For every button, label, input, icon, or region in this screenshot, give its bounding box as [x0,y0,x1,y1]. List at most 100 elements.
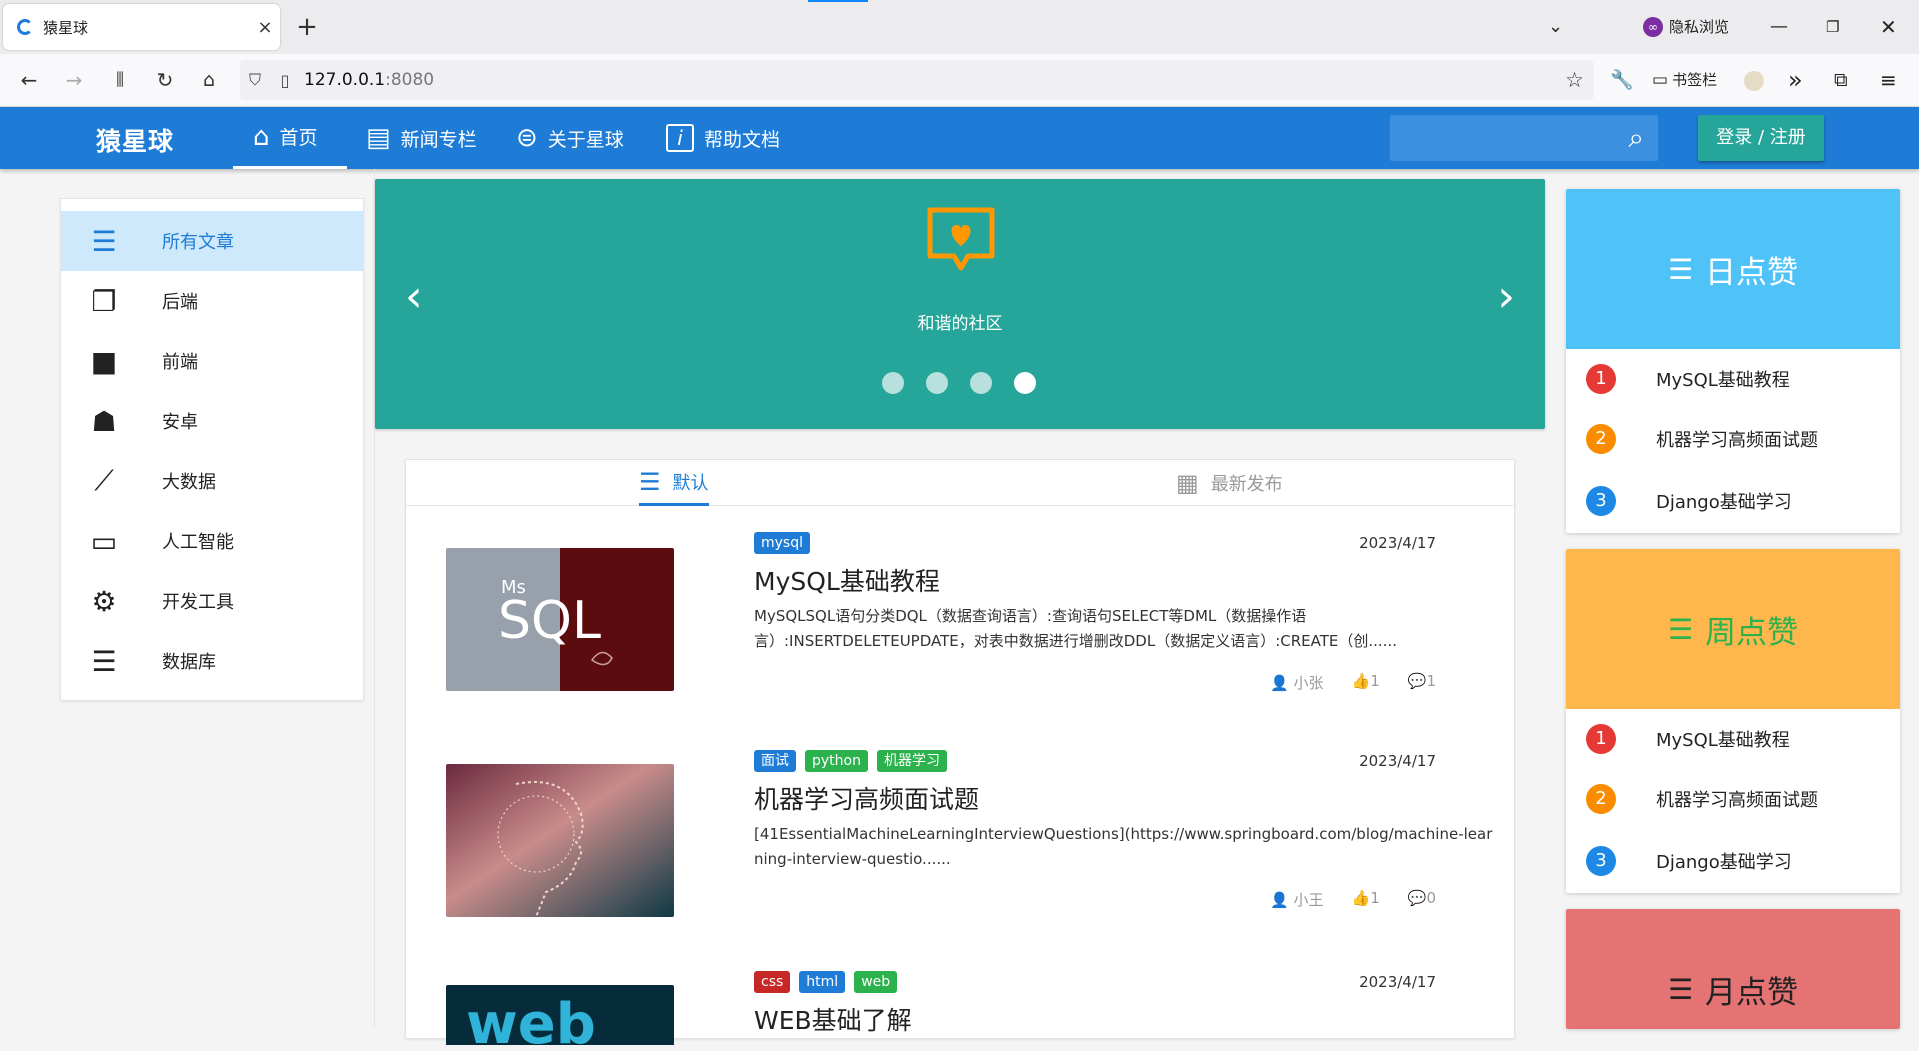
square-stack-filled-icon: ■ [90,344,118,378]
thumbs-up-icon: 👍 [1351,889,1371,907]
sidebar-item-label: 安卓 [162,412,198,433]
carousel-dot[interactable] [926,372,948,394]
browser-tab[interactable]: 猿星球 × [3,4,280,50]
carousel-dot-active[interactable] [1014,372,1036,394]
likes-meta[interactable]: 👍1 [1352,672,1380,693]
ranking-item[interactable]: 1 MySQL基础教程 [1566,349,1900,409]
article-author: 小张 [1293,674,1324,692]
tag-badge[interactable]: web [854,971,898,993]
nav-news[interactable]: ▤ 新闻专栏 [366,107,477,169]
restore-window-icon[interactable]: ❐ [1826,10,1839,44]
article-title[interactable]: MySQL基础教程 [754,562,940,598]
address-bar[interactable]: ⛉ ▯ 127.0.0.1 :8080 ☆ [240,60,1594,100]
library-icon[interactable]: ⫼ [103,63,137,97]
ranking-weekly-header: ☰ 周点赞 [1566,549,1900,709]
back-arrow-icon[interactable]: ← [12,63,46,97]
site-header: 猿星球 ⌂ 首页 ▤ 新闻专栏 ⊜ 关于星球 i 帮助文档 ⌕ 登录 / 注册 [0,107,1919,169]
article-date: 2023/4/17 [1359,973,1436,991]
home-button-icon[interactable]: ⌂ [192,63,226,97]
comments-meta[interactable]: 💬0 [1408,889,1436,910]
extensions-puzzle-icon[interactable]: ⧉ [1834,63,1848,97]
nav-help[interactable]: i 帮助文档 [666,107,780,169]
tab-title: 猿星球 [43,18,89,37]
url-port: :8080 [385,70,435,90]
forward-arrow-icon[interactable]: → [57,63,91,97]
minimize-window-icon[interactable]: — [1770,10,1788,44]
android-icon: ☗ [91,404,117,438]
ranking-item-title[interactable]: MySQL基础教程 [1656,726,1790,752]
nav-home[interactable]: ⌂ 首页 [233,107,347,169]
sidebar-item-android[interactable]: ☗ 安卓 [61,391,363,451]
tag-badge[interactable]: html [799,971,846,993]
filter-icon: ⊜ [516,123,538,153]
carousel-dot[interactable] [970,372,992,394]
nav-about-label: 关于星球 [547,128,624,151]
article-item[interactable]: Ms SQL mysql 2023/4/17 MySQL基础教程 MySQLSQ… [446,532,1476,692]
ranking-monthly-card: ☰ 月点赞 [1566,909,1900,1029]
close-window-icon[interactable]: ✕ [1880,10,1897,44]
ranking-item[interactable]: 3 Django基础学习 [1566,829,1900,893]
bookmark-star-icon[interactable]: ☆ [1565,68,1584,92]
ranking-item[interactable]: 1 MySQL基础教程 [1566,709,1900,769]
article-item[interactable]: 面试 python 机器学习 2023/4/17 机器学习高频面试题 [41Es… [446,750,1492,917]
tag-badge[interactable]: python [805,750,868,772]
private-browsing-label: 隐私浏览 [1669,18,1730,36]
article-thumbnail-web[interactable]: web [446,985,674,1045]
info-icon: i [666,124,694,152]
reload-icon[interactable]: ↻ [148,63,182,97]
tag-badge[interactable]: css [754,971,791,993]
article-thumbnail-mysql[interactable]: Ms SQL [446,548,674,691]
ranking-item-title[interactable]: Django基础学习 [1656,848,1792,874]
square-stack-icon: ❐ [91,284,117,318]
article-item[interactable]: web css html web 2023/4/17 WEB基础了解 [446,971,1476,1051]
extension-avatar-icon[interactable] [1744,71,1764,91]
login-register-button[interactable]: 登录 / 注册 [1698,115,1824,161]
bookmarks-toolbar-button[interactable]: ▭ 书签栏 [1652,63,1717,97]
article-title[interactable]: 机器学习高频面试题 [754,780,979,816]
sidebar-item-bigdata[interactable]: ⟋ 大数据 [61,451,363,511]
laptop-icon: ▭ [90,524,118,558]
ranking-title: 周点赞 [1705,614,1799,651]
ranking-item-title[interactable]: 机器学习高频面试题 [1656,426,1818,452]
ranking-item-title[interactable]: 机器学习高频面试题 [1656,786,1818,812]
tab-latest[interactable]: ▦ 最新发布 [1176,460,1283,506]
comment-icon: 💬 [1407,672,1427,690]
tab-list-chevron-icon[interactable]: ⌄ [1548,10,1563,44]
nav-about[interactable]: ⊜ 关于星球 [516,107,624,169]
article-title[interactable]: WEB基础了解 [754,1001,912,1037]
tab-close-icon[interactable]: × [250,17,280,38]
new-tab-button[interactable]: + [292,10,322,44]
tab-default[interactable]: ☰ 默认 [639,460,709,506]
site-logo[interactable]: 猿星球 [96,122,174,158]
hamburger-menu-icon[interactable]: ≡ [1880,63,1897,97]
ranking-item[interactable]: 2 机器学习高频面试题 [1566,409,1900,469]
ranking-item[interactable]: 2 机器学习高频面试题 [1566,769,1900,829]
tag-badge[interactable]: 机器学习 [876,750,947,772]
sidebar-item-frontend[interactable]: ■ 前端 [61,331,363,391]
carousel-indicators [882,372,1036,394]
sidebar-item-database[interactable]: ☰ 数据库 [61,631,363,691]
shield-icon[interactable]: ⛉ [240,70,270,90]
overflow-chevrons-icon[interactable]: » [1788,63,1803,97]
hero-carousel: ‹ › 和谐的社区 [375,179,1545,429]
page-icon: ▯ [280,70,290,90]
ranking-item-title[interactable]: Django基础学习 [1656,488,1792,514]
sidebar-item-label: 后端 [162,292,198,313]
private-mask-icon: ∞ [1643,17,1663,37]
sidebar-item-backend[interactable]: ❐ 后端 [61,271,363,331]
article-thumbnail-ml[interactable] [446,764,674,917]
ranking-item-title[interactable]: MySQL基础教程 [1656,366,1790,392]
search-box[interactable]: ⌕ [1390,115,1658,161]
line-chart-icon: ⟋ [94,464,114,497]
search-icon[interactable]: ⌕ [1628,121,1644,155]
tag-badge[interactable]: 面试 [754,750,796,772]
ranking-item[interactable]: 3 Django基础学习 [1566,469,1900,533]
sidebar-item-ai[interactable]: ▭ 人工智能 [61,511,363,571]
sidebar-item-all[interactable]: ☰ 所有文章 [61,211,363,271]
tag-badge[interactable]: mysql [754,532,810,554]
sidebar-item-devtools[interactable]: ⚙ 开发工具 [61,571,363,631]
carousel-dot[interactable] [882,372,904,394]
likes-meta[interactable]: 👍1 [1352,889,1380,910]
comments-meta[interactable]: 💬1 [1408,672,1436,693]
wrench-icon[interactable]: 🔧 [1610,63,1634,97]
